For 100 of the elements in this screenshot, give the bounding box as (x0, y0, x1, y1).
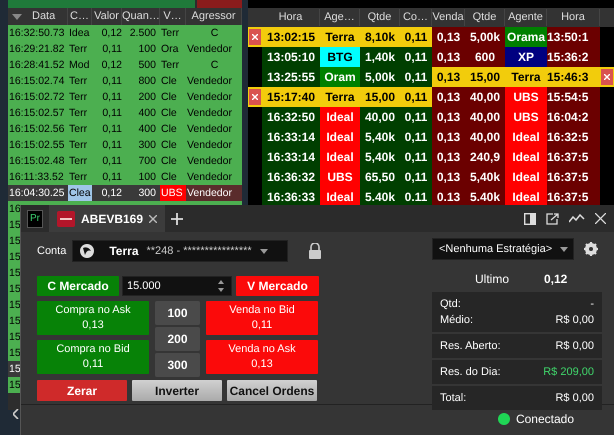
account-dropdown[interactable]: Terra **248 - **************** (72, 240, 288, 262)
market-buy-button[interactable]: C Mercado (37, 276, 119, 296)
table-cell-text: Vendedor (186, 138, 233, 153)
position-label: Res. Aberto: (440, 338, 501, 354)
sell-button[interactable]: Venda no Ask 0,13 (206, 340, 318, 374)
broker-logo-icon (79, 243, 96, 259)
table-cell-text: 15 (8, 298, 21, 313)
market-sell-button[interactable]: V Mercado (236, 276, 319, 296)
column-header[interactable]: Data (32, 8, 56, 25)
book-cell: UBS (505, 107, 547, 127)
table-cell-text: 15 (8, 314, 21, 329)
table-cell-text: Terr (68, 122, 88, 137)
table-cell-text: 15 (8, 346, 21, 361)
position-value: - (590, 296, 594, 312)
sell-button[interactable]: Venda no Bid 0,11 (206, 301, 318, 335)
table-cell-text: 0,11 (101, 138, 122, 153)
book-cell: Terra (505, 67, 547, 87)
column-header[interactable]: Qtde (360, 9, 400, 26)
action-button[interactable]: Cancel Ordens (227, 380, 317, 401)
cancel-order-button[interactable] (249, 89, 261, 105)
popout-icon[interactable] (546, 212, 559, 224)
book-cell: 1,40k (360, 47, 400, 67)
book-cell: 5,40k (465, 167, 505, 187)
book-cell: 15:17:40 (262, 87, 320, 107)
book-cell: 0,13 (432, 67, 465, 87)
column-header[interactable]: Qtde (465, 9, 505, 26)
position-value: R$ 0,00 (555, 390, 594, 406)
caret-icon (260, 248, 268, 254)
table-cell-text: Terr (68, 42, 88, 57)
book-cell: UBS (320, 167, 360, 187)
table-cell-text: 15 (8, 330, 21, 345)
column-header[interactable]: Age… (320, 9, 360, 26)
book-cell: 5,00k (465, 27, 505, 47)
table-cell-text: 16:15:02.74 (8, 74, 66, 89)
book-cell: Ideal (320, 107, 360, 127)
book-cell: 5.40k (360, 187, 400, 207)
action-button[interactable]: Zerar (37, 380, 127, 401)
buy-button[interactable]: Compra no Bid 0,11 (37, 340, 149, 374)
book-cell: 0,11 (400, 27, 432, 47)
book-cell: Ideal (320, 187, 360, 207)
settings-icon[interactable] (584, 242, 598, 256)
table-cell-text: 500 (137, 58, 157, 73)
book-cell: 0,13 (432, 167, 465, 187)
book-cell: Ideal (505, 167, 547, 187)
table-cell-text: 0,12 (100, 58, 122, 73)
column-header[interactable]: Venda (432, 9, 465, 26)
table-cell-text: Vendedor (186, 170, 233, 185)
buy-button[interactable]: Compra no Ask 0,13 (37, 301, 149, 335)
table-cell-text: 0,11 (101, 122, 122, 137)
table-cell-text: 16:29:21.82 (8, 42, 66, 57)
book-cell: 16:37:5 (547, 167, 600, 187)
column-header[interactable]: Hora (262, 9, 320, 26)
table-cell-text: Vendedor (186, 106, 233, 121)
quantity-preset-button[interactable]: 100 (155, 301, 200, 325)
strategy-dropdown[interactable]: <Nenhuma Estratégia> (432, 238, 574, 260)
table-cell-text: 100 (137, 42, 157, 57)
table-cell-text: Cle (160, 106, 178, 121)
panel-icon[interactable] (524, 212, 536, 224)
book-cell: 40,00 (465, 107, 505, 127)
book-cell: 16:37:5 (547, 147, 600, 167)
panel-strip (197, 0, 242, 8)
book-cell: 15:36:2 (547, 47, 600, 67)
table-cell-text: 15 (8, 362, 21, 377)
table-cell-text: 0,12 (100, 186, 122, 201)
book-cell: Oram (320, 67, 360, 87)
table-cell-text: Cle (160, 170, 178, 185)
close-icon[interactable] (595, 213, 606, 224)
close-icon[interactable] (149, 214, 158, 222)
spinner-icon[interactable] (218, 280, 224, 292)
scroll-left-icon[interactable] (13, 409, 19, 419)
ticker-tab[interactable]: ABEVB169 (49, 205, 166, 232)
book-cell: 15:46:3 (547, 67, 600, 87)
book-cell: 13:05:10 (262, 47, 320, 67)
book-cell: 0,13 (432, 47, 465, 67)
book-cell: 0,13 (432, 127, 465, 147)
column-header[interactable]: Co… (400, 9, 432, 26)
book-cell: Orama (505, 27, 547, 47)
table-cell-text: 15 (8, 266, 21, 281)
book-cell: BTG (320, 47, 360, 67)
action-button[interactable]: Inverter (132, 380, 222, 401)
table-cell-text: Terr (160, 26, 180, 41)
table-cell-text: 16:28:41.52 (8, 58, 66, 73)
cancel-order-button[interactable] (249, 29, 261, 45)
add-tab-icon[interactable] (171, 212, 184, 224)
lock-icon[interactable] (308, 243, 322, 259)
position-label: Médio: (440, 312, 474, 328)
table-cell-text: Terr (160, 58, 180, 73)
column-header[interactable]: Hora (547, 9, 600, 26)
table-cell-text: 0,11 (101, 170, 122, 185)
quantity-field[interactable]: 15.000 (122, 276, 232, 296)
table-cell-text: 200 (137, 90, 157, 105)
book-cell: 0,11 (400, 147, 432, 167)
quantity-preset-button[interactable]: 300 (155, 353, 200, 377)
quantity-preset-button[interactable]: 200 (155, 327, 200, 351)
column-header[interactable]: Agente (505, 9, 547, 26)
sort-icon[interactable] (12, 14, 22, 20)
chart-icon[interactable] (569, 212, 585, 224)
app-badge: Pr (27, 210, 43, 228)
cancel-order-button[interactable] (601, 69, 613, 85)
table-cell-text: 100 (137, 170, 157, 185)
